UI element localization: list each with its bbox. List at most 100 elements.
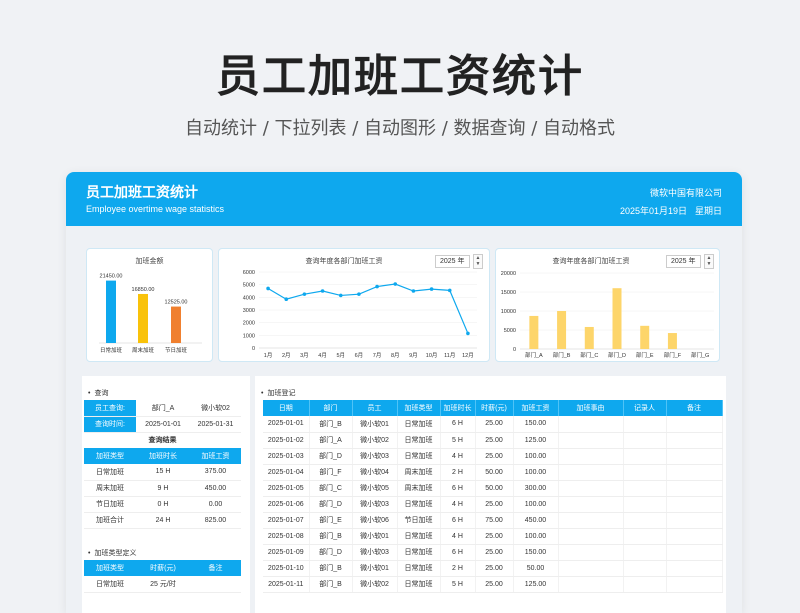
col-header[interactable]: 加班工资 xyxy=(513,400,559,416)
cell[interactable]: 部门_B xyxy=(309,528,353,545)
cell[interactable]: 5 H xyxy=(440,432,476,449)
cell[interactable] xyxy=(558,544,624,561)
cell[interactable] xyxy=(558,432,624,449)
cell[interactable]: 4 H xyxy=(440,448,476,465)
cell[interactable]: 部门_F xyxy=(309,464,353,481)
cell[interactable]: 微小软01 xyxy=(352,528,398,545)
cell[interactable]: 25.00 xyxy=(475,416,514,433)
cell[interactable] xyxy=(666,480,723,497)
cell[interactable] xyxy=(558,496,624,513)
cell[interactable] xyxy=(558,464,624,481)
cell[interactable]: 日常加班 xyxy=(397,528,441,545)
cell[interactable] xyxy=(558,528,624,545)
cell[interactable] xyxy=(623,416,667,433)
cell[interactable]: 2025-01-09 xyxy=(263,544,310,561)
cell[interactable] xyxy=(623,560,667,577)
cell[interactable]: 2025-01-02 xyxy=(263,432,310,449)
cell[interactable]: 2 H xyxy=(440,560,476,577)
cell[interactable] xyxy=(623,528,667,545)
cell[interactable]: 微小软01 xyxy=(352,560,398,577)
col-header[interactable]: 备注 xyxy=(666,400,723,416)
cell[interactable]: 部门_D xyxy=(309,448,353,465)
cell[interactable] xyxy=(558,560,624,577)
cell[interactable] xyxy=(623,512,667,529)
cell[interactable]: 2025-01-04 xyxy=(263,464,310,481)
cell[interactable]: 微小软03 xyxy=(352,448,398,465)
cell[interactable]: 4 H xyxy=(440,496,476,513)
cell[interactable]: 微小软02 xyxy=(352,432,398,449)
cell[interactable]: 25.00 xyxy=(475,560,514,577)
cell[interactable]: 6 H xyxy=(440,544,476,561)
cell[interactable]: 25.00 xyxy=(475,432,514,449)
cell[interactable]: 25.00 xyxy=(475,544,514,561)
cell[interactable] xyxy=(666,544,723,561)
cell[interactable]: 2025-01-03 xyxy=(263,448,310,465)
cell[interactable]: 25.00 xyxy=(475,496,514,513)
cell[interactable] xyxy=(623,464,667,481)
cell[interactable]: 周末加班 xyxy=(397,480,441,497)
col-header[interactable]: 员工 xyxy=(352,400,398,416)
cell[interactable]: 2025-01-08 xyxy=(263,528,310,545)
col-header[interactable]: 加班类型 xyxy=(397,400,441,416)
cell[interactable]: 日常加班 xyxy=(397,448,441,465)
cell[interactable]: 2025-01-11 xyxy=(263,576,310,593)
cell[interactable]: 部门_B xyxy=(309,560,353,577)
cell[interactable] xyxy=(666,528,723,545)
cell[interactable]: 日常加班 xyxy=(397,576,441,593)
cell[interactable]: 25.00 xyxy=(475,576,514,593)
cell[interactable]: 25.00 xyxy=(475,528,514,545)
cell[interactable] xyxy=(623,496,667,513)
cell[interactable]: 2025-01-01 xyxy=(263,416,310,433)
cell[interactable]: 6 H xyxy=(440,416,476,433)
cell[interactable] xyxy=(558,416,624,433)
cell[interactable]: 300.00 xyxy=(513,480,559,497)
col-header[interactable]: 日期 xyxy=(263,400,310,416)
cell[interactable]: 微小软05 xyxy=(352,480,398,497)
cell[interactable]: 微小软03 xyxy=(352,496,398,513)
cell[interactable]: 部门_D xyxy=(309,544,353,561)
cell[interactable]: 125.00 xyxy=(513,576,559,593)
cell[interactable]: 2025-01-05 xyxy=(263,480,310,497)
col-header[interactable]: 加班时长 xyxy=(440,400,476,416)
cell[interactable] xyxy=(623,544,667,561)
cell[interactable]: 100.00 xyxy=(513,448,559,465)
cell[interactable]: 75.00 xyxy=(475,512,514,529)
cell[interactable]: 100.00 xyxy=(513,496,559,513)
col-header[interactable]: 时薪(元) xyxy=(475,400,514,416)
cell[interactable]: 450.00 xyxy=(513,512,559,529)
cell[interactable]: 125.00 xyxy=(513,432,559,449)
cell[interactable]: 50.00 xyxy=(475,480,514,497)
cell[interactable]: 日常加班 xyxy=(397,560,441,577)
cell[interactable]: 4 H xyxy=(440,528,476,545)
cell[interactable] xyxy=(666,416,723,433)
cell[interactable]: 微小软03 xyxy=(352,544,398,561)
cell[interactable]: 部门_A xyxy=(309,432,353,449)
cell[interactable]: 6 H xyxy=(440,512,476,529)
cell[interactable]: 部门_B xyxy=(309,416,353,433)
date-to-input[interactable]: 2025-01-31 xyxy=(190,416,241,433)
cell[interactable]: 微小软04 xyxy=(352,464,398,481)
col-header[interactable]: 加班事由 xyxy=(558,400,624,416)
cell[interactable]: 100.00 xyxy=(513,528,559,545)
cell[interactable] xyxy=(666,576,723,593)
col-header[interactable]: 记录人 xyxy=(623,400,667,416)
cell[interactable]: 部门_C xyxy=(309,480,353,497)
cell[interactable] xyxy=(666,560,723,577)
cell[interactable]: 微小软01 xyxy=(352,416,398,433)
cell[interactable] xyxy=(623,432,667,449)
cell[interactable]: 5 H xyxy=(440,576,476,593)
cell[interactable] xyxy=(623,448,667,465)
cell[interactable]: 50.00 xyxy=(513,560,559,577)
cell[interactable]: 周末加班 xyxy=(397,464,441,481)
cell[interactable]: 150.00 xyxy=(513,544,559,561)
cell[interactable]: 2025-01-10 xyxy=(263,560,310,577)
cell[interactable]: 日常加班 xyxy=(397,432,441,449)
cell[interactable] xyxy=(666,432,723,449)
cell[interactable]: 2025-01-07 xyxy=(263,512,310,529)
cell[interactable]: 50.00 xyxy=(475,464,514,481)
cell[interactable]: 部门_E xyxy=(309,512,353,529)
cell[interactable]: 25.00 xyxy=(475,448,514,465)
cell[interactable] xyxy=(558,576,624,593)
cell[interactable]: 100.00 xyxy=(513,464,559,481)
cell[interactable]: 部门_B xyxy=(309,576,353,593)
